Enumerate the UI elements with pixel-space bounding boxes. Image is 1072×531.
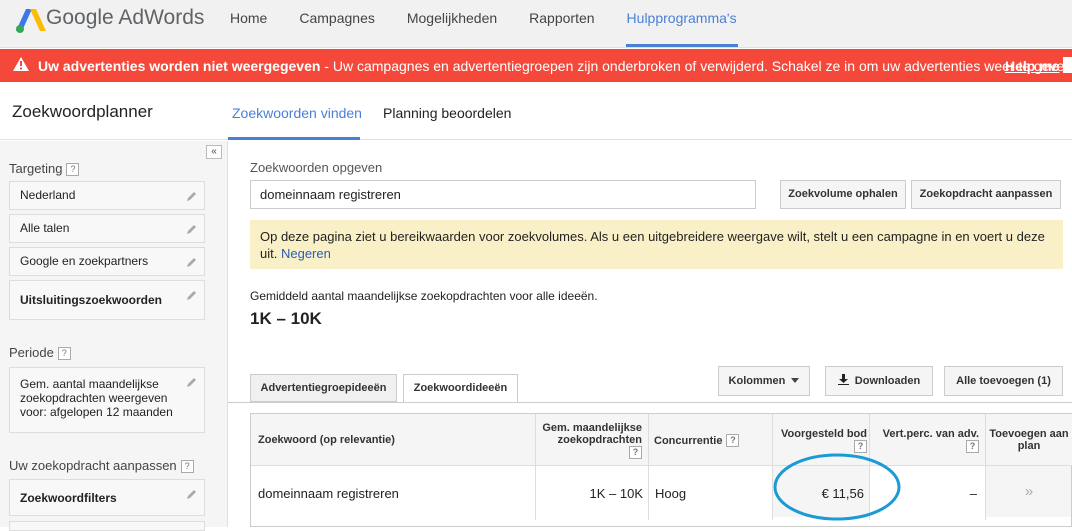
tab-find-keywords[interactable]: Zoekwoorden vinden (232, 105, 362, 121)
targeting-negative-keywords[interactable]: Uitsluitingszoekwoorden (9, 280, 205, 320)
header-competition-label: Concurrentie (654, 435, 723, 447)
alert-message: Uw advertenties worden niet weergegeven … (38, 58, 1072, 74)
top-nav: Home Campagnes Mogelijkheden Rapporten Hulpp… (229, 0, 768, 48)
keyword-ideas-table: Zoekwoord (op relevantie) Gem. maandelij… (250, 413, 1072, 527)
header-competition[interactable]: Concurrentie? (654, 434, 740, 447)
download-button[interactable]: Downloaden (825, 366, 933, 396)
negative-keywords-label: Uitsluitingszoekwoorden (20, 293, 163, 307)
nav-item-2[interactable]: Mogelijkheden (406, 0, 498, 48)
adjust-label: Uw zoekopdracht aanpassen (9, 458, 177, 473)
cell-avg-searches: 1K – 10K (589, 486, 644, 501)
download-icon (837, 374, 849, 385)
tab-keyword-ideas[interactable]: Zoekwoordideeën (403, 374, 518, 403)
alert-title: Uw advertenties worden niet weergegeven (38, 58, 321, 74)
header-impr-share-label: Vert.perc. van adv. (882, 428, 979, 440)
get-search-volume-button[interactable]: Zoekvolume ophalen (780, 180, 906, 209)
targeting-label: Targeting (9, 161, 63, 176)
chevron-down-icon (791, 378, 800, 383)
header-impression-share[interactable]: Vert.perc. van adv.? (873, 428, 979, 453)
sidebar: « Targeting? Nederland Alle talen Google… (0, 141, 228, 531)
targeting-location[interactable]: Nederland (9, 181, 205, 210)
tool-header: Zoekwoordplanner Zoekwoorden vinden Plan… (0, 82, 1072, 140)
alert-banner: Uw advertenties worden niet weergegeven … (0, 49, 1072, 82)
header-avg-searches[interactable]: Gem. maandelijkse zoekopdrachten? (539, 422, 642, 459)
header-bid-label: Voorgesteld bod (781, 428, 867, 440)
column-divider (648, 414, 649, 520)
period-text: Gem. aantal maandelijkse zoekopdrachten … (20, 377, 173, 419)
columns-button[interactable]: Kolommen (718, 366, 810, 396)
cell-competition: Hoog (655, 486, 687, 501)
targeting-section-label: Targeting? (9, 161, 80, 176)
avg-searches-value: 1K – 10K (250, 309, 322, 328)
tab-ad-group-ideas[interactable]: Advertentiegroepideeën (250, 374, 397, 402)
help-icon[interactable]: ? (726, 434, 740, 447)
help-icon[interactable]: ? (66, 163, 80, 176)
pencil-icon[interactable] (186, 223, 198, 235)
help-icon[interactable]: ? (629, 446, 642, 459)
nav-item-3[interactable]: Rapporten (528, 0, 595, 48)
adjust-section-label: Uw zoekopdracht aanpassen? (9, 458, 194, 473)
keyword-input-label: Zoekwoorden opgeven (250, 160, 383, 175)
pencil-icon[interactable] (186, 289, 198, 301)
period-selector[interactable]: Gem. aantal maandelijkse zoekopdrachten … (9, 367, 205, 433)
dismiss-link[interactable]: Negeren (281, 246, 331, 261)
keyword-filters[interactable]: Zoekwoordfilters (9, 479, 205, 516)
range-notice: Op deze pagina ziet u bereikwaarden voor… (250, 220, 1063, 269)
targeting-language[interactable]: Alle talen (9, 214, 205, 243)
nav-item-0[interactable]: Home (229, 0, 268, 48)
help-icon[interactable]: ? (180, 460, 194, 473)
column-divider (535, 414, 536, 520)
brand-name[interactable]: Google AdWords (46, 6, 204, 30)
pencil-icon[interactable] (186, 190, 198, 202)
highlight-ellipse (773, 453, 901, 521)
keyword-input[interactable]: domeinnaam registreren (250, 180, 756, 209)
targeting-language-label: Alle talen (20, 221, 70, 235)
header-suggested-bid[interactable]: Voorgesteld bod? (776, 428, 867, 453)
top-bar: Google AdWords Home Campagnes Mogelijkhede… (0, 0, 1072, 48)
targeting-network[interactable]: Google en zoekpartners (9, 247, 205, 276)
header-add-to-plan: Toevoegen aan plan (989, 428, 1069, 452)
column-divider (985, 414, 986, 520)
download-label: Downloaden (854, 375, 921, 387)
help-icon[interactable]: ? (57, 347, 71, 360)
header-avg-searches-label: Gem. maandelijkse zoekopdrachten (542, 422, 642, 446)
alert-scroll-edge (1063, 57, 1072, 73)
header-keyword[interactable]: Zoekwoord (op relevantie) (258, 434, 395, 446)
tab-review-plan[interactable]: Planning beoordelen (383, 105, 511, 121)
avg-searches-label: Gemiddeld aantal maandelijkse zoekopdrac… (250, 289, 598, 303)
nav-item-4[interactable]: Hulpprogramma's (625, 0, 738, 48)
cell-keyword: domeinnaam registreren (258, 486, 399, 501)
targeting-location-label: Nederland (20, 188, 76, 202)
columns-label: Kolommen (728, 375, 786, 387)
adjust-query-button[interactable]: Zoekopdracht aanpassen (911, 180, 1061, 209)
collapse-sidebar-button[interactable]: « (206, 145, 222, 159)
help-icon[interactable]: ? (966, 440, 979, 453)
warning-icon (13, 57, 29, 71)
page-title: Zoekwoordplanner (12, 102, 153, 121)
pencil-icon[interactable] (186, 256, 198, 268)
pencil-icon[interactable] (186, 488, 198, 500)
sidebar-next-box (9, 521, 205, 531)
nav-item-1[interactable]: Campagnes (298, 0, 376, 48)
active-tab-indicator (228, 137, 360, 140)
add-to-plan-button[interactable]: » (989, 483, 1069, 500)
targeting-network-label: Google en zoekpartners (20, 254, 149, 268)
notice-text: Op deze pagina ziet u bereikwaarden voor… (260, 229, 1045, 261)
pencil-icon[interactable] (186, 376, 198, 388)
alert-text: - Uw campagnes en advertentiegroepen zij… (320, 58, 1072, 74)
period-section-label: Periode? (9, 345, 71, 360)
keyword-filters-label: Zoekwoordfilters (20, 491, 117, 505)
add-all-button[interactable]: Alle toevoegen (1) (944, 366, 1063, 396)
tab-divider (228, 402, 1072, 403)
period-label: Periode (9, 345, 54, 360)
help-me-link[interactable]: Help me (1005, 58, 1059, 74)
